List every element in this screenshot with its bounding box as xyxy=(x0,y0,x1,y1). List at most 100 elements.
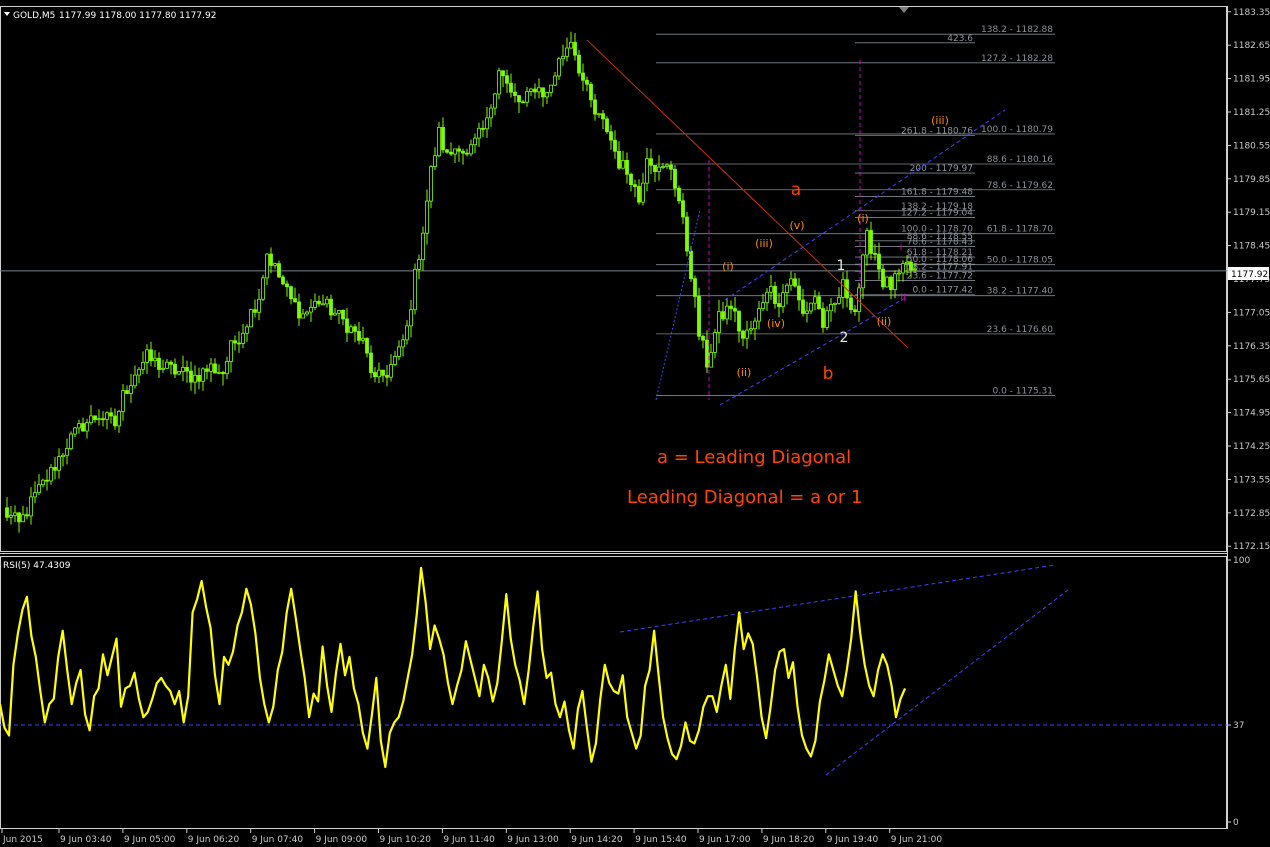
rsi-lower-trendline[interactable] xyxy=(825,589,1069,776)
candle-body xyxy=(173,363,177,375)
candle-body xyxy=(113,415,117,427)
shift-marker[interactable] xyxy=(899,7,909,13)
candle-body xyxy=(573,41,577,56)
time-tick-label: 9 Jun 18:20 xyxy=(763,835,815,845)
candle-body xyxy=(513,91,517,96)
candle-body xyxy=(53,466,57,471)
candle-body xyxy=(353,326,357,332)
candle-body xyxy=(745,329,749,339)
candle-body xyxy=(141,362,145,370)
candle-body xyxy=(17,512,21,523)
price-axis: 1183.35 1182.65 1181.95 1181.25 1180.55 1179.… xyxy=(1227,8,1270,828)
candle-body xyxy=(293,298,297,303)
price-tick-label: 1173.55 xyxy=(1233,475,1270,485)
rsi-panel xyxy=(0,566,1227,769)
candle-body xyxy=(801,299,805,314)
candle-body xyxy=(177,371,181,375)
fib-level-label: 23.6 - 1177.72 xyxy=(907,271,973,281)
candle-body xyxy=(841,279,845,298)
candle-body xyxy=(677,187,681,202)
candle-body xyxy=(41,479,45,486)
candle-body xyxy=(729,305,733,309)
candle-body xyxy=(349,326,353,333)
candle-body xyxy=(877,253,881,270)
candle-body xyxy=(789,278,793,286)
candle-body xyxy=(249,309,253,328)
candle-body xyxy=(673,168,677,189)
price-tick-label: 1182.65 xyxy=(1233,41,1270,51)
time-tick-label: 9 Jun 05:00 xyxy=(124,835,176,845)
candle-body xyxy=(213,363,217,374)
candle-body xyxy=(121,390,125,412)
candle-body xyxy=(629,173,633,186)
candle-body xyxy=(469,144,473,155)
price-tick-label: 1181.95 xyxy=(1233,75,1270,85)
candle-body xyxy=(437,127,441,157)
candle-body xyxy=(569,41,573,49)
candle-body xyxy=(849,297,853,311)
candle-body xyxy=(909,261,913,271)
wave-label: (v) xyxy=(789,219,804,232)
dropdown-arrow-icon[interactable] xyxy=(4,12,10,16)
fib-level-label: 127.2 - 1179.04 xyxy=(901,208,973,218)
candle-body xyxy=(281,276,285,285)
candle-body xyxy=(37,484,41,494)
candle-body xyxy=(97,418,101,421)
rsi-upper-trendline[interactable] xyxy=(619,564,1056,633)
candle-body xyxy=(377,369,381,378)
candle-body xyxy=(257,298,261,313)
candle-body xyxy=(597,113,601,116)
candle-body xyxy=(737,310,741,332)
candle-body xyxy=(853,309,857,313)
candle-body xyxy=(873,253,877,255)
candle-body xyxy=(225,361,229,375)
candle-body xyxy=(637,186,641,203)
fib-level-label: 138.2 - 1182.88 xyxy=(981,25,1053,35)
candle-body xyxy=(369,352,373,373)
candle-body xyxy=(565,47,569,57)
price-chart-svg[interactable]: GOLD,M5 1177.99 1178.00 1177.80 1177.92 … xyxy=(0,0,1270,847)
candle-body xyxy=(285,283,289,288)
candle-body xyxy=(449,151,453,155)
candle-body xyxy=(305,311,309,315)
candle-body xyxy=(405,325,409,341)
rsi-series-line xyxy=(0,566,907,769)
candle-body xyxy=(501,70,505,77)
candle-body xyxy=(125,390,129,394)
candle-body xyxy=(389,364,393,378)
candle-body xyxy=(297,301,301,319)
price-tick-label: 1177.05 xyxy=(1233,308,1270,318)
candle-body xyxy=(5,507,9,518)
candle-body xyxy=(741,330,745,339)
candle-body xyxy=(649,158,653,166)
current-price-text: 1177.92 xyxy=(1231,270,1268,280)
candle-body xyxy=(709,351,713,368)
candle-body xyxy=(669,164,673,170)
candle-body xyxy=(441,127,445,151)
candle-body xyxy=(161,367,165,370)
candle-body xyxy=(473,137,477,146)
candle-body xyxy=(869,230,873,254)
candle-body xyxy=(521,101,525,104)
fib-level-label: 261.8 - 1180.76 xyxy=(901,126,973,136)
candle-body xyxy=(765,291,769,304)
candle-body xyxy=(61,454,65,458)
candle-body xyxy=(785,284,789,294)
candle-body xyxy=(137,368,141,376)
candle-body xyxy=(221,372,225,375)
candle-body xyxy=(685,216,689,252)
candle-body xyxy=(821,308,825,328)
candle-body xyxy=(753,320,757,330)
wave-label: (i) xyxy=(857,212,869,225)
symbol-label: GOLD,M5 xyxy=(13,11,55,21)
candle-body xyxy=(825,310,829,328)
time-tick-label: 9 Jun 21:00 xyxy=(891,835,943,845)
rsi-tick-label: 0 xyxy=(1233,818,1239,828)
candle-body xyxy=(693,278,697,297)
candle-body xyxy=(49,466,53,482)
candle-body xyxy=(725,305,729,320)
candle-body xyxy=(553,75,557,86)
current-price-badge: 1177.92 xyxy=(1228,267,1269,280)
candle-body xyxy=(333,312,337,316)
wave-a-leg[interactable] xyxy=(655,209,701,401)
